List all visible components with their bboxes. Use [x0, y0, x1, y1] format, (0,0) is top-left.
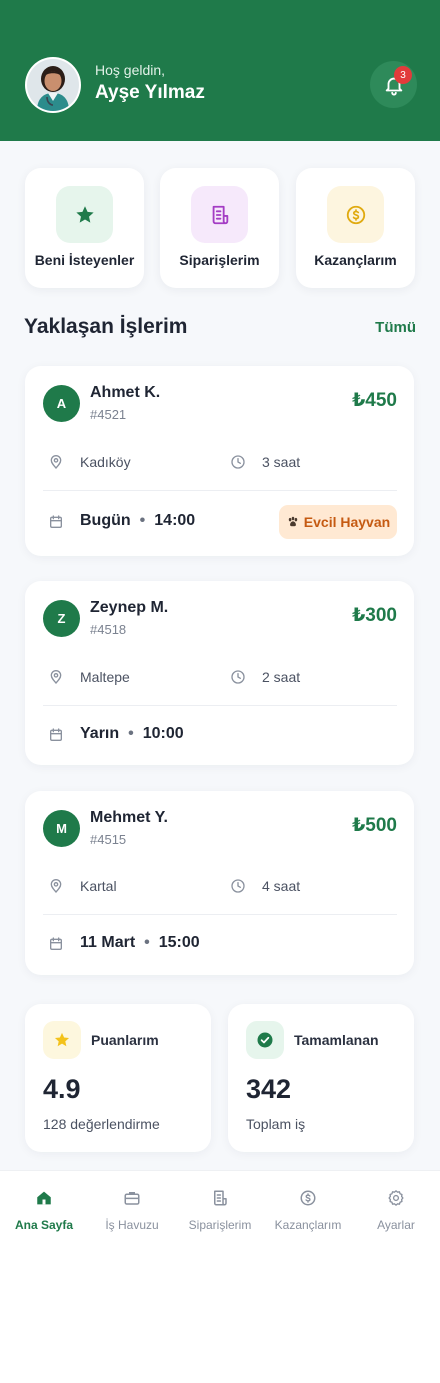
clock-icon: [231, 670, 245, 684]
customer-name: Zeynep M.: [90, 599, 169, 616]
job-price: ₺450: [352, 390, 397, 411]
calendar-icon: [50, 515, 62, 528]
stat-card-completed[interactable]: Tamamlanan 342 Toplam iş: [228, 1004, 414, 1152]
customer-avatar: Z: [43, 600, 80, 637]
order-number: #4518: [90, 622, 127, 637]
location-pin-icon: [50, 455, 62, 470]
paw-icon: [288, 516, 297, 527]
job-duration: 2 saat: [262, 669, 301, 685]
greeting-text: Hoş geldin,: [95, 62, 166, 78]
home-icon: [37, 1191, 51, 1205]
divider: [43, 914, 397, 915]
profile-photo: [27, 59, 79, 111]
job-card[interactable]: Z Zeynep M. #4518 ₺300 Maltepe 2 saat Ya…: [25, 581, 414, 765]
category-tag: Evcil Hayvan: [279, 505, 397, 539]
stat-subtitle: Toplam iş: [246, 1116, 306, 1132]
nav-label: Ayarlar: [377, 1218, 415, 1232]
customer-name: Mehmet Y.: [90, 809, 168, 826]
app-header: Hoş geldin, Ayşe Yılmaz 3: [0, 0, 440, 141]
check-circle-icon: [246, 1021, 284, 1059]
avatar[interactable]: [25, 57, 81, 113]
section-title: Yaklaşan İşlerim: [24, 315, 188, 338]
quick-action-label: Kazançlarım: [314, 252, 397, 268]
stat-label: Tamamlanan: [294, 1032, 379, 1048]
briefcase-icon: [124, 1192, 140, 1205]
job-card[interactable]: M Mehmet Y. #4515 ₺500 Kartal 4 saat 11 …: [25, 791, 414, 975]
gear-icon: [388, 1190, 404, 1206]
see-all-link[interactable]: Tümü: [375, 319, 416, 336]
nav-orders[interactable]: Siparişlerim: [176, 1171, 264, 1241]
job-date: Bugün • 14:00: [80, 512, 196, 529]
quick-action-label: Beni İsteyenler: [34, 252, 135, 268]
nav-label: Kazançlarım: [274, 1218, 342, 1232]
job-location: Maltepe: [80, 669, 130, 685]
star-icon: [43, 1021, 81, 1059]
location-pin-icon: [50, 879, 62, 894]
stat-card-rating[interactable]: Puanlarım 4.9 128 değerlendirme: [25, 1004, 211, 1152]
clock-icon: [231, 455, 245, 469]
job-date: 11 Mart • 15:00: [80, 934, 200, 951]
quick-action-earnings[interactable]: Kazançlarım: [296, 168, 415, 288]
notifications-button[interactable]: 3: [370, 61, 417, 108]
nav-settings[interactable]: Ayarlar: [352, 1171, 440, 1241]
receipt-icon: [191, 186, 248, 243]
stat-value: 4.9: [43, 1074, 81, 1104]
nav-home[interactable]: Ana Sayfa: [0, 1171, 88, 1241]
job-location: Kadıköy: [80, 454, 131, 470]
coin-icon: [300, 1190, 316, 1206]
nav-label: Ana Sayfa: [14, 1218, 74, 1232]
quick-action-label: Siparişlerim: [179, 252, 260, 268]
clock-icon: [231, 879, 245, 893]
coin-icon: [327, 186, 384, 243]
order-number: #4521: [90, 407, 127, 422]
stat-value: 342: [246, 1074, 292, 1104]
divider: [43, 705, 397, 706]
nav-label: Siparişlerim: [188, 1218, 252, 1232]
job-date: Yarın • 10:00: [80, 725, 184, 742]
job-location: Kartal: [80, 878, 117, 894]
customer-avatar: M: [43, 810, 80, 847]
nav-earnings[interactable]: Kazançlarım: [264, 1171, 352, 1241]
job-duration: 4 saat: [262, 878, 301, 894]
notification-badge: 3: [394, 66, 412, 84]
customer-avatar: A: [43, 385, 80, 422]
stat-subtitle: 128 değerlendirme: [43, 1116, 160, 1132]
user-name: Ayşe Yılmaz: [95, 82, 205, 103]
location-pin-icon: [50, 670, 62, 685]
quick-action-requests[interactable]: Beni İsteyenler: [25, 168, 144, 288]
job-price: ₺500: [352, 815, 397, 836]
nav-label: İş Havuzu: [105, 1218, 159, 1232]
nav-job-pool[interactable]: İş Havuzu: [88, 1171, 176, 1241]
receipt-icon: [214, 1190, 227, 1206]
order-number: #4515: [90, 832, 127, 847]
job-price: ₺300: [352, 605, 397, 626]
calendar-icon: [50, 728, 62, 741]
calendar-icon: [50, 937, 62, 950]
job-card[interactable]: A Ahmet K. #4521 ₺450 Kadıköy 3 saat Bug…: [25, 366, 414, 556]
quick-action-orders[interactable]: Siparişlerim: [160, 168, 279, 288]
job-duration: 3 saat: [262, 454, 301, 470]
bottom-nav: Ana Sayfa İş Havuzu Siparişlerim Kazançl…: [0, 1170, 440, 1260]
divider: [43, 490, 397, 491]
stat-label: Puanlarım: [91, 1032, 159, 1048]
customer-name: Ahmet K.: [90, 384, 161, 401]
star-icon: [56, 186, 113, 243]
